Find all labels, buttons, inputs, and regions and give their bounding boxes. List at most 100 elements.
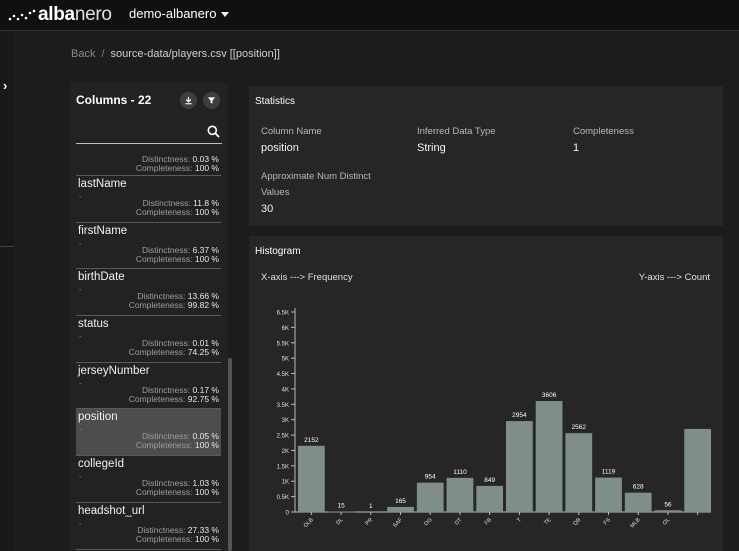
logo-text: albanero <box>38 4 112 25</box>
bar-value-label: 2562 <box>572 424 587 431</box>
histogram-bar <box>624 492 652 512</box>
y-tick-label: 4K <box>282 387 289 393</box>
completeness-stat: Completeness: 92.75 % <box>128 393 219 404</box>
column-item-name: position <box>78 411 118 424</box>
bar-value-label: 849 <box>484 477 495 484</box>
y-tick-label: 3.5K <box>277 403 289 409</box>
histogram-bar <box>387 506 414 512</box>
app-logo[interactable]: albanero <box>8 4 112 26</box>
y-tick-label: 6.5K <box>277 311 289 317</box>
project-selector[interactable]: demo-albanero <box>129 6 230 21</box>
left-rail: › <box>0 32 14 551</box>
completeness-stat: Completeness: 100 % <box>135 253 219 264</box>
distinct-values-label-1: Approximate Num Distinct <box>261 171 371 182</box>
x-tick-label: OL <box>662 517 671 526</box>
column-item-dash: - <box>79 238 82 248</box>
column-item-status[interactable]: status - Distinctness: 0.01 % Completeness:… <box>76 316 221 363</box>
bar-value-label: 954 <box>425 474 436 481</box>
data-type-value: String <box>417 142 446 154</box>
x-tick-label: SAF <box>392 517 404 529</box>
column-item-name: status <box>78 318 109 331</box>
filter-icon <box>207 97 216 104</box>
column-item-name: collegeId <box>78 458 125 471</box>
histogram-bar <box>595 477 622 512</box>
column-item-dash: - <box>79 518 82 528</box>
bar-value-label: 628 <box>633 484 644 491</box>
filter-button[interactable] <box>203 92 220 109</box>
completeness-value: 1 <box>573 142 580 154</box>
bar-value-label: 56 <box>664 501 672 508</box>
column-name-value: position <box>261 142 299 154</box>
top-bar: albanero demo-albanero <box>0 0 739 31</box>
histogram-card: Histogram X-axis ---> Frequency Y-axis -… <box>249 236 723 551</box>
x-tick-label: FB <box>484 517 493 526</box>
column-item-dash: - <box>79 425 82 435</box>
search-icon <box>207 125 220 138</box>
x-tick-label: FS <box>603 517 612 526</box>
histogram-bar <box>416 482 444 512</box>
x-tick-label: QB <box>572 517 582 527</box>
histogram-bar <box>654 510 682 512</box>
column-item-firstname[interactable]: firstName - Distinctness: 6.37 % Completene… <box>76 223 221 270</box>
breadcrumb: Back / source-data/players.csv [[positio… <box>71 48 280 60</box>
completeness-stat: Completeness: 100 % <box>135 163 219 173</box>
column-search-input[interactable] <box>76 124 222 144</box>
y-tick-label: 0 <box>286 511 290 517</box>
histogram-chart: 0 0.5K 1K 1.5K 2K 2.5K 3K 3.5K 4K 4.5K 5K 5.5K 6K 6.5… <box>277 308 712 529</box>
logo-dots-icon <box>8 9 36 21</box>
column-item-headshot_url[interactable]: headshot_url - Distinctness: 27.33 % Comple… <box>76 503 221 550</box>
chevron-down-icon <box>221 12 230 17</box>
x-tick-label: T <box>516 517 523 524</box>
column-item-name: jerseyNumber <box>78 364 150 377</box>
breadcrumb-path: source-data/players.csv [[position]] <box>110 48 280 60</box>
x-tick-label: OG <box>423 517 433 527</box>
column-item-birthdate[interactable]: birthDate - Distinctness: 13.66 % Completen… <box>76 269 221 317</box>
column-item-lastname[interactable]: lastName - Distinctness: 11.8 % Completenes… <box>76 176 221 223</box>
x-tick-label: TE <box>543 517 552 526</box>
expand-sidebar-icon[interactable]: › <box>3 78 7 93</box>
histogram-bar <box>684 428 712 512</box>
column-item-name: lastName <box>78 178 127 190</box>
column-item-dash: - <box>79 472 82 482</box>
bar-value-label: 1119 <box>602 469 616 476</box>
column-item-name: firstName <box>78 224 128 237</box>
rail-divider <box>0 246 14 247</box>
statistics-card: Statistics Column Name position Inferred… <box>249 86 723 226</box>
bar-value-label: 1 <box>369 503 373 510</box>
bar-value-label: 165 <box>395 498 406 505</box>
columns-panel: Columns - 22 Distinctness: 0.03 % Comple… <box>70 82 228 551</box>
histogram-bar <box>298 445 325 512</box>
download-button[interactable] <box>180 92 197 109</box>
y-tick-label: 1.5K <box>277 464 289 470</box>
y-tick-label: 2K <box>282 449 289 455</box>
y-tick-label: 5.5K <box>277 341 289 347</box>
scrollbar-thumb[interactable] <box>228 358 232 551</box>
completeness-label: Completeness <box>573 126 634 137</box>
column-item-collegeid[interactable]: collegeId - Distinctness: 1.03 % Completene… <box>76 456 221 503</box>
back-link[interactable]: Back <box>71 48 95 60</box>
statistics-title: Statistics <box>255 96 296 107</box>
column-name-label: Column Name <box>261 126 322 137</box>
column-list-scrollbar[interactable] <box>228 82 232 551</box>
distinct-values-label-2: Values <box>261 187 290 198</box>
completeness-stat: Completeness: 99.82 % <box>128 300 219 311</box>
column-item-jerseynumber[interactable]: jerseyNumber - Distinctness: 0.17 % Complet… <box>76 363 221 410</box>
x-tick-label: PR <box>365 517 375 527</box>
x-tick-label: DT <box>454 517 464 527</box>
breadcrumb-separator: / <box>101 48 105 60</box>
bar-value-label: 2152 <box>304 437 319 444</box>
download-icon <box>185 96 192 105</box>
histogram-bar <box>565 433 593 512</box>
completeness-stat: Completeness: 100 % <box>135 207 219 217</box>
columns-title: Columns - 22 <box>76 93 152 107</box>
data-type-label: Inferred Data Type <box>417 126 496 137</box>
completeness-stat: Completeness: 100 % <box>135 487 219 498</box>
list-item[interactable]: Distinctness: 0.03 % Completeness: 100 % <box>76 152 221 176</box>
bar-value-label: 15 <box>337 503 345 510</box>
y-tick-label: 6K <box>282 326 289 332</box>
completeness-stat: Completeness: 100 % <box>135 533 219 544</box>
column-item-name: headshot_url <box>78 504 145 517</box>
y-tick-label: 0.5K <box>277 495 289 501</box>
column-item-position[interactable]: position - Distinctness: 0.05 % Completenes… <box>76 409 221 457</box>
column-item-dash: - <box>79 332 82 342</box>
